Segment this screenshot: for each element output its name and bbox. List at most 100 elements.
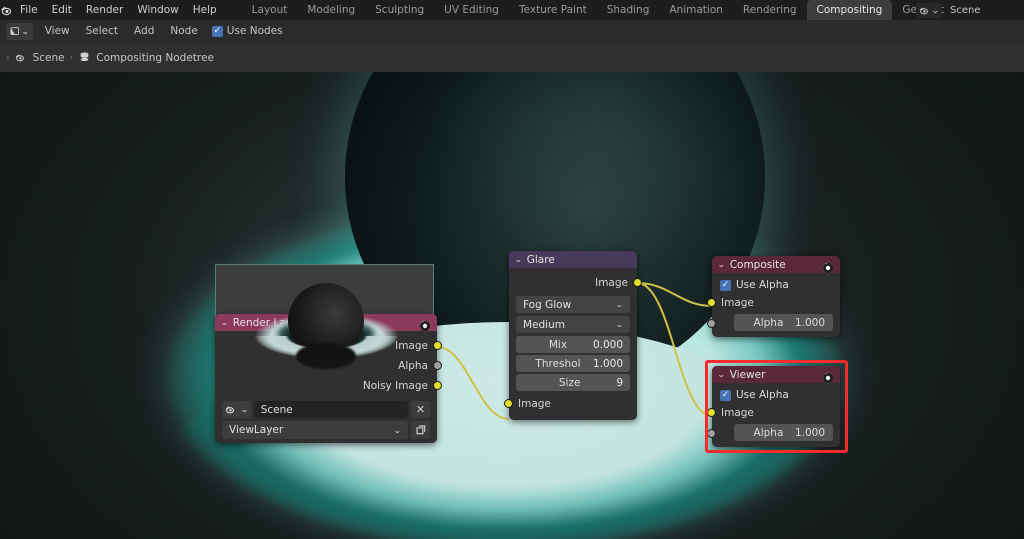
- node-canvas[interactable]: ⌄ Render Layers Image Alpha: [0, 72, 1024, 539]
- menu-window[interactable]: Window: [130, 0, 185, 20]
- collapse-chevron-icon[interactable]: ⌄: [220, 318, 228, 327]
- scene-name-input[interactable]: Scene: [253, 401, 408, 418]
- chevron-down-icon: ⌄: [393, 425, 402, 435]
- workspace-tab-uv-editing[interactable]: UV Editing: [434, 0, 509, 20]
- viewlayer-row: ViewLayer ⌄: [222, 421, 430, 439]
- use-alpha-label: Use Alpha: [736, 279, 789, 291]
- chevron-down-icon: ⌄: [240, 405, 249, 414]
- top-menu-bar: File Edit Render Window Help Layout Modeling S…: [0, 0, 1024, 20]
- socket-image[interactable]: [504, 399, 513, 408]
- glare-size-value: 9: [616, 376, 623, 389]
- input-image-label: Image: [518, 398, 551, 410]
- glare-header[interactable]: ⌄ Glare: [509, 251, 637, 268]
- scene-browse-icon[interactable]: ⌄: [222, 401, 251, 418]
- composite-body: Use Alpha Image Alpha 1.000: [707, 273, 840, 337]
- scene-icon: [15, 48, 28, 67]
- menu-edit[interactable]: Edit: [45, 0, 79, 20]
- composite-alpha-field[interactable]: Alpha 1.000: [734, 314, 833, 331]
- render-preview-icon: [419, 317, 431, 331]
- x-icon[interactable]: ✕: [411, 401, 430, 418]
- use-alpha-checkbox[interactable]: [720, 279, 731, 291]
- glare-threshold-field[interactable]: Threshol 1.000: [516, 355, 630, 372]
- blender-window: File Edit Render Window Help Layout Modeling S…: [0, 0, 1024, 539]
- breadcrumb-item-nodetree[interactable]: Compositing Nodetree: [96, 52, 214, 64]
- input-image-label: Image: [721, 297, 754, 309]
- compositor-header: ⌄ ViewSelectAddNode Use Nodes Backdrop: [0, 20, 1024, 60]
- glare-quality-dropdown[interactable]: Medium ⌄: [516, 316, 630, 333]
- blender-logo-icon[interactable]: [0, 0, 13, 20]
- socket-noisy-image[interactable]: [433, 381, 442, 390]
- menu-render[interactable]: Render: [79, 0, 130, 20]
- compositor-menu-select[interactable]: Select: [78, 20, 126, 43]
- socket-alpha[interactable]: [707, 319, 716, 328]
- collapse-chevron-icon[interactable]: ⌄: [514, 255, 522, 264]
- scene-name-field[interactable]: Scene: [944, 2, 1024, 18]
- input-alpha[interactable]: Alpha 1.000: [707, 314, 840, 331]
- compositor-menu-view[interactable]: View: [37, 20, 78, 43]
- use-nodes-toggle[interactable]: Use Nodes: [211, 20, 283, 43]
- menu-file[interactable]: File: [13, 0, 45, 20]
- composite-title: Composite: [729, 258, 786, 271]
- workspace-tab-shading[interactable]: Shading: [597, 0, 660, 20]
- socket-image[interactable]: [633, 278, 642, 287]
- viewlayer-dropdown[interactable]: ViewLayer ⌄: [222, 421, 408, 439]
- glare-threshold-value: 1.000: [592, 357, 623, 370]
- glare-threshold-label: Threshol: [535, 357, 581, 370]
- output-alpha-label: Alpha: [398, 360, 428, 372]
- scene-browse-icon[interactable]: ⌄: [916, 2, 942, 18]
- node-glare[interactable]: ⌄ Glare Image Fog Glow ⌄ Medium ⌄ Mix 0.…: [504, 251, 642, 420]
- glare-type-dropdown[interactable]: Fog Glow ⌄: [516, 296, 630, 313]
- glare-title: Glare: [526, 253, 555, 266]
- scene-name-value: Scene: [260, 403, 293, 416]
- chevron-down-icon: ⌄: [615, 300, 624, 309]
- workspace-tab-layout[interactable]: Layout: [242, 0, 298, 20]
- output-noisy-image-label: Noisy Image: [362, 380, 428, 392]
- compositor-menu-node[interactable]: Node: [162, 20, 205, 43]
- compositor-editor-icon[interactable]: ⌄: [6, 23, 33, 40]
- socket-alpha[interactable]: [433, 361, 442, 370]
- breadcrumb-sep-1: ›: [69, 52, 74, 63]
- viewlayer-value: ViewLayer: [229, 424, 284, 436]
- nodetree-icon: [78, 48, 91, 67]
- workspace-tab-animation[interactable]: Animation: [659, 0, 733, 20]
- workspace-tab-sculpting[interactable]: Sculpting: [365, 0, 434, 20]
- alpha-value: 1.000: [794, 316, 825, 329]
- node-composite[interactable]: ⌄ Composite Use Alpha Image: [707, 256, 840, 337]
- render-preview-icon: [822, 259, 834, 273]
- scene-name-value: Scene: [950, 4, 981, 16]
- alpha-label: Alpha: [753, 316, 784, 329]
- glare-body: Image Fog Glow ⌄ Medium ⌄ Mix 0.000 Thre…: [504, 268, 642, 420]
- workspace-tab-compositing[interactable]: Compositing: [806, 0, 893, 20]
- glare-type-value: Fog Glow: [523, 298, 572, 311]
- use-nodes-checkbox[interactable]: [211, 26, 223, 37]
- chevron-down-icon: ⌄: [615, 320, 624, 329]
- output-image-label: Image: [395, 340, 428, 352]
- topbar-right-controls: ⌄ Scene: [916, 0, 1024, 20]
- breadcrumb: › Scene › Compositing Nodetree: [0, 43, 1024, 72]
- workspace-tab-modeling[interactable]: Modeling: [297, 0, 365, 20]
- socket-image[interactable]: [433, 341, 442, 350]
- glare-mix-label: Mix: [548, 338, 568, 351]
- top-menu-items: File Edit Render Window Help: [13, 0, 224, 20]
- chevron-down-icon: ⌄: [931, 5, 940, 15]
- glare-mix-value: 0.000: [592, 338, 623, 351]
- glare-mix-field[interactable]: Mix 0.000: [516, 336, 630, 353]
- new-viewlayer-icon[interactable]: [411, 421, 430, 439]
- collapse-chevron-icon[interactable]: ⌄: [717, 260, 725, 269]
- workspace-tabs: Layout Modeling Sculpting UV Editing Texture…: [242, 0, 1024, 20]
- glare-quality-value: Medium: [523, 318, 565, 331]
- composite-use-alpha-toggle[interactable]: Use Alpha: [712, 277, 840, 293]
- glare-size-field[interactable]: Size 9: [516, 374, 630, 391]
- composite-header[interactable]: ⌄ Composite: [712, 256, 840, 273]
- output-image[interactable]: Image: [509, 273, 642, 293]
- output-noisy-image[interactable]: Noisy Image: [215, 376, 442, 396]
- input-image[interactable]: Image: [504, 394, 637, 414]
- socket-image[interactable]: [707, 298, 716, 307]
- workspace-tab-texture-paint[interactable]: Texture Paint: [509, 0, 597, 20]
- workspace-tab-rendering[interactable]: Rendering: [733, 0, 807, 20]
- compositor-menu-add[interactable]: Add: [126, 20, 162, 43]
- menu-help[interactable]: Help: [186, 0, 224, 20]
- output-image-label: Image: [595, 277, 628, 289]
- breadcrumb-item-scene[interactable]: Scene: [33, 52, 65, 64]
- input-image[interactable]: Image: [707, 293, 840, 313]
